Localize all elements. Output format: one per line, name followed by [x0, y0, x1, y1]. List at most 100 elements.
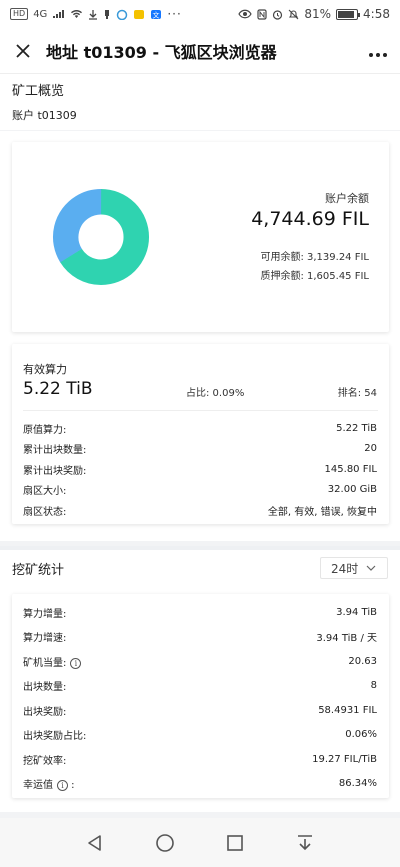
section-title: 矿工概览 — [12, 84, 65, 99]
nfc-icon — [257, 8, 267, 20]
detail-row: 原值算力: 5.22 TiB — [23, 418, 377, 439]
stat-label: 矿机当量: — [23, 657, 67, 669]
home-icon — [156, 833, 174, 852]
stat-value: 20.63 — [348, 655, 377, 667]
stat-value: 3.94 TiB / 天 — [316, 633, 377, 645]
detail-label: 累计出块数量: — [23, 445, 87, 457]
detail-label: 原值算力: — [23, 424, 67, 436]
mining-stats-card: 算力增量: 3.94 TiB 算力增速: 3.94 TiB / 天 矿机当量: i… — [12, 594, 389, 798]
eye-icon — [238, 9, 253, 19]
stat-label: 出块奖励: — [23, 706, 67, 718]
more-dots-icon — [369, 52, 387, 57]
stat-row: 出块奖励: 58.4931 FIL — [23, 698, 377, 723]
page-title: 地址 t01309 - 飞狐区块浏览器 — [46, 42, 277, 62]
period-select[interactable]: 24时 — [320, 557, 388, 579]
power-rank: 排名: 54 — [337, 388, 377, 399]
info-icon[interactable]: i — [70, 657, 82, 669]
wifi-icon — [71, 10, 83, 18]
svg-text:文: 文 — [153, 10, 160, 19]
stat-label-with-info: 幸运值 i : — [23, 780, 75, 792]
divider — [23, 410, 378, 411]
locked-balance: 质押余额: 1,605.45 FIL — [260, 271, 369, 282]
balance-value: 4,744.69 FIL — [251, 208, 369, 230]
battery-icon — [336, 8, 361, 20]
detail-label: 累计出块奖励: — [23, 465, 87, 477]
stat-row: 挖矿效率: 19.27 FIL/TiB — [23, 747, 377, 772]
translate-app-icon: 文 — [151, 9, 162, 19]
effective-power-value: 5.22 TiB — [23, 379, 93, 399]
detail-row: 扇区状态: 全部, 有效, 错误, 恢复中 — [23, 500, 377, 521]
available-balance: 可用余额: 3,139.24 FIL — [260, 252, 369, 263]
power-details: 原值算力: 5.22 TiB 累计出块数量: 20 累计出块奖励: 145.80… — [23, 418, 377, 521]
stat-label: 幸运值 — [23, 780, 53, 792]
power-card: 有效算力 5.22 TiB 占比: 0.09% 排名: 54 原值算力: 5.2… — [12, 344, 389, 524]
detail-label: 扇区大小: — [23, 486, 67, 498]
stat-label: 挖矿效率: — [23, 755, 67, 767]
more-notifications: ··· — [167, 7, 182, 21]
info-icon[interactable]: i — [57, 780, 68, 792]
alarm-icon — [273, 9, 283, 20]
detail-value: 32.00 GiB — [327, 484, 377, 496]
status-bar: HD 4G 文 ··· 81% 4:58 — [0, 0, 400, 28]
balance-donut-chart — [52, 188, 150, 286]
back-button[interactable] — [83, 831, 107, 855]
stat-label: 出块数量: — [23, 682, 67, 694]
stat-value: 58.4931 FIL — [318, 704, 377, 716]
stat-value: 0.06% — [345, 729, 377, 741]
stat-value: 3.94 TiB — [336, 606, 377, 618]
stat-row: 矿机当量: i 20.63 — [23, 649, 377, 674]
power-ratio: 占比: 0.09% — [186, 388, 245, 399]
mute-icon — [288, 9, 299, 19]
close-button[interactable] — [12, 40, 34, 62]
stat-row: 幸运值 i : 86.34% — [23, 772, 377, 797]
stat-row: 出块奖励占比: 0.06% — [23, 723, 377, 748]
network-type: 4G — [33, 8, 48, 20]
stat-row: 算力增量: 3.94 TiB — [23, 600, 377, 625]
stat-value: 8 — [370, 680, 377, 692]
stat-row: 算力增速: 3.94 TiB / 天 — [23, 625, 377, 650]
signal-icon — [53, 10, 65, 18]
notification-shade-button[interactable] — [293, 831, 317, 855]
usb-icon — [105, 9, 110, 19]
detail-value: 5.22 TiB — [336, 422, 377, 434]
miner-overview-header: 矿工概览 账户 t01309 — [0, 74, 400, 130]
stat-row: 出块数量: 8 — [23, 674, 377, 699]
recents-icon — [227, 834, 243, 851]
detail-row: 累计出块奖励: 145.80 FIL — [23, 459, 377, 480]
stat-label: 出块奖励占比: — [23, 731, 87, 743]
balance-card: 账户余额 4,744.69 FIL 可用余额: 3,139.24 FIL 质押余… — [12, 142, 389, 332]
back-icon — [88, 834, 101, 851]
detail-value[interactable]: 全部, 有效, 错误, 恢复中 — [268, 503, 377, 518]
period-value: 24时 — [331, 561, 359, 576]
balance-label: 账户余额 — [325, 192, 369, 205]
cloud-app-icon — [117, 9, 128, 20]
app-bar: 地址 t01309 - 飞狐区块浏览器 — [0, 28, 400, 74]
clock: 4:58 — [363, 7, 390, 21]
download-icon — [89, 9, 98, 20]
home-button[interactable] — [153, 831, 177, 855]
stat-label-with-info: 矿机当量: i — [23, 654, 82, 669]
notification-shade-icon — [298, 834, 312, 850]
effective-power-label: 有效算力 — [23, 363, 67, 376]
mining-stats-rows: 算力增量: 3.94 TiB 算力增速: 3.94 TiB / 天 矿机当量: i… — [23, 600, 377, 796]
battery-percent: 81% — [304, 7, 332, 21]
system-nav-bar — [0, 818, 400, 867]
close-icon — [16, 43, 30, 58]
mining-stats-title: 挖矿统计 — [12, 563, 65, 578]
detail-label: 扇区状态: — [23, 506, 67, 518]
stat-value: 19.27 FIL/TiB — [312, 753, 377, 765]
stat-value: 86.34% — [338, 778, 377, 790]
detail-row: 累计出块数量: 20 — [23, 439, 377, 460]
more-options-button[interactable] — [368, 39, 388, 63]
chevron-down-icon — [366, 565, 376, 571]
account-id: 账户 t01309 — [12, 109, 77, 122]
stat-label: 算力增量: — [23, 608, 67, 620]
detail-value: 20 — [364, 443, 377, 455]
message-app-icon — [134, 9, 145, 19]
stat-label: 算力增速: — [23, 633, 67, 645]
detail-value: 145.80 FIL — [324, 463, 377, 475]
recents-button[interactable] — [223, 831, 247, 855]
hd-badge: HD — [10, 8, 29, 20]
detail-row: 扇区大小: 32.00 GiB — [23, 480, 377, 501]
mining-stats-header: 挖矿统计 24时 — [0, 546, 400, 586]
